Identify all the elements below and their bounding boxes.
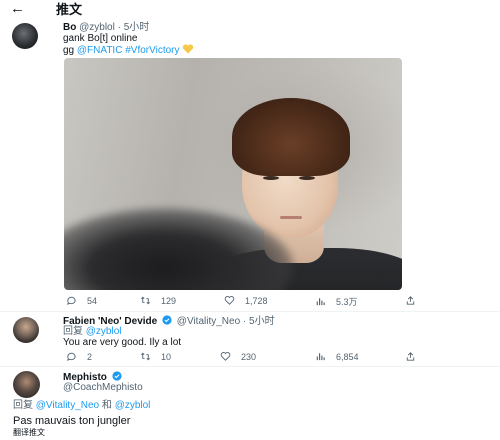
views-button[interactable]: 6,854: [315, 351, 359, 362]
mention-link[interactable]: @Vitality_Neo: [36, 400, 99, 411]
author-handle[interactable]: @Vitality_Neo: [177, 316, 240, 327]
reply-button[interactable]: 54: [66, 295, 97, 306]
tweet-time[interactable]: 5小时: [249, 316, 275, 327]
divider: [0, 311, 500, 312]
mention-link[interactable]: @zyblol: [115, 400, 151, 411]
replying-to: 回复 @Vitality_Neo 和 @zyblol: [13, 400, 151, 411]
reply-icon: [67, 296, 76, 306]
share-icon: [406, 352, 415, 361]
like-button[interactable]: 1,728: [224, 295, 268, 306]
retweet-button[interactable]: 10: [140, 351, 171, 362]
mention-link[interactable]: @zyblol: [86, 326, 122, 337]
heart-icon: [220, 352, 231, 361]
mention-link[interactable]: @FNATIC: [77, 45, 123, 56]
author-handle[interactable]: @zyblol: [79, 22, 115, 33]
reply-icon: [67, 352, 76, 362]
share-button[interactable]: [405, 295, 426, 306]
translate-tweet-link[interactable]: 翻译推文: [13, 428, 45, 438]
share-icon: [406, 296, 415, 305]
back-arrow-icon[interactable]: ←: [10, 1, 25, 17]
retweet-icon: [141, 296, 150, 305]
avatar[interactable]: [13, 317, 39, 343]
retweet-icon: [141, 352, 150, 361]
reply-text: You are very good. Ily a lot: [63, 337, 182, 348]
reply-text: Pas mauvais ton jungler: [13, 415, 131, 427]
verified-badge-icon: [162, 315, 172, 325]
like-button[interactable]: 230: [220, 351, 256, 362]
verified-badge-icon: [112, 371, 122, 381]
tweet-text-line: gg @FNATIC #VforVictory: [63, 44, 194, 57]
author-name[interactable]: Bo: [63, 22, 76, 33]
top-bar: ← 推文: [0, 0, 500, 20]
avatar[interactable]: [13, 371, 40, 398]
reply-button[interactable]: 2: [66, 351, 92, 362]
author-handle[interactable]: @CoachMephisto: [63, 382, 143, 394]
page-title: 推文: [56, 2, 83, 17]
share-button[interactable]: [405, 351, 426, 362]
yellow-heart-icon: [183, 44, 194, 54]
retweet-button[interactable]: 129: [140, 295, 176, 306]
views-chart-icon: [316, 353, 325, 361]
divider: [0, 366, 500, 367]
heart-icon: [224, 296, 235, 305]
tweet-photo[interactable]: [64, 58, 402, 290]
views-chart-icon: [316, 298, 325, 306]
avatar[interactable]: [12, 23, 38, 49]
views-button[interactable]: 5.3万: [315, 295, 358, 308]
hashtag-link[interactable]: #VforVictory: [125, 45, 179, 56]
tweet-time[interactable]: 5小时: [124, 22, 150, 33]
